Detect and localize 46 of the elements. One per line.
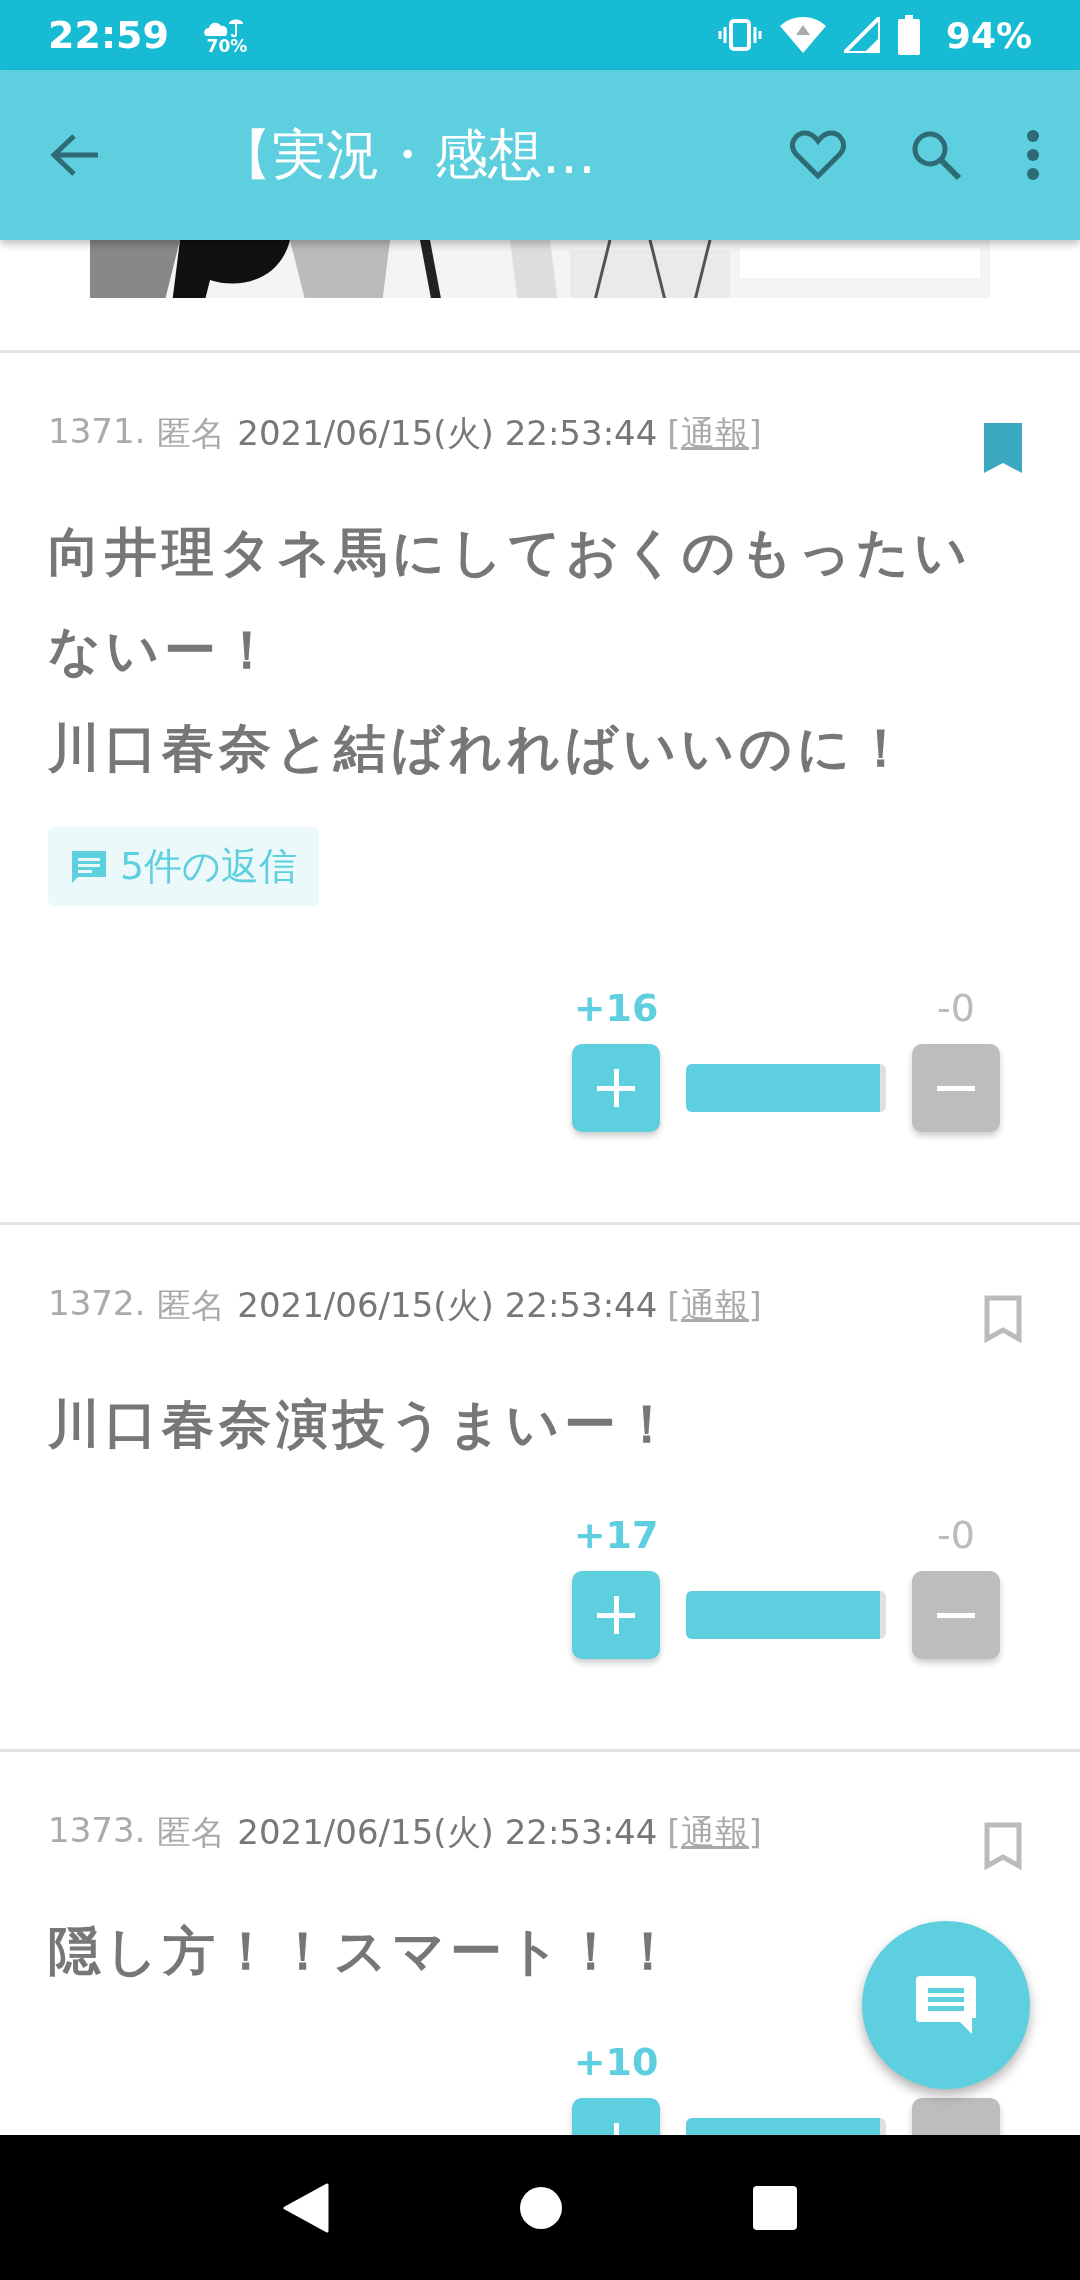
- minus-count: -0: [936, 1513, 976, 1557]
- comment-icon: [916, 1976, 976, 2034]
- battery-percent: 94%: [945, 14, 1032, 56]
- back-icon[interactable]: [50, 133, 100, 177]
- post-date: 2021/06/15(火) 22:53:44: [237, 1811, 658, 1854]
- battery-icon: [897, 15, 920, 55]
- plus-button[interactable]: [572, 1571, 660, 1659]
- post-text: 川口春奈演技うまいー！: [48, 1393, 679, 1456]
- search-icon[interactable]: [910, 129, 962, 181]
- plus-count: +16: [572, 986, 660, 1030]
- author-name: 匿名: [157, 412, 226, 455]
- minus-button[interactable]: [912, 1571, 1000, 1659]
- bookmark-icon[interactable]: [984, 1295, 1022, 1345]
- comment-icon: [70, 848, 108, 885]
- bookmark-icon[interactable]: [984, 423, 1022, 473]
- minus-count: -0: [936, 986, 976, 1030]
- recents-nav-icon[interactable]: [753, 2185, 797, 2230]
- report-link[interactable]: [通報]: [667, 411, 762, 457]
- replies-button[interactable]: 5件の返信: [48, 827, 320, 906]
- post-text: 向井理タネ馬にしておくのもったいないー！ 川口春奈と結ばれればいいのに！: [48, 521, 973, 780]
- report-link[interactable]: [通報]: [667, 1283, 762, 1329]
- post-number: 1372.: [48, 1283, 146, 1323]
- weather-percent: 70%: [206, 37, 248, 55]
- plus-count: +17: [572, 1513, 660, 1557]
- post-number: 1371.: [48, 411, 146, 451]
- home-nav-icon[interactable]: [519, 2185, 563, 2230]
- wifi-icon: [779, 17, 826, 53]
- bookmark-icon[interactable]: [984, 1822, 1022, 1872]
- comment-fab[interactable]: [862, 1921, 1030, 2089]
- more-icon[interactable]: [1026, 130, 1040, 180]
- signal-icon: [843, 17, 880, 53]
- post-date: 2021/06/15(火) 22:53:44: [237, 412, 658, 455]
- post-text: 隠し方！！スマート！！: [48, 1920, 680, 1983]
- author-name: 匿名: [157, 1284, 226, 1327]
- vibrate-icon: [717, 19, 762, 51]
- author-name: 匿名: [157, 1811, 226, 1854]
- plus-button[interactable]: [572, 1044, 660, 1132]
- thread-title: 【実況・感想…: [218, 121, 597, 188]
- minus-button[interactable]: [912, 1044, 1000, 1132]
- report-link[interactable]: [通報]: [667, 1810, 762, 1856]
- plus-count: +10: [572, 2040, 660, 2084]
- post-number: 1373.: [48, 1810, 146, 1850]
- heart-icon[interactable]: [790, 130, 846, 180]
- back-nav-icon[interactable]: [283, 2182, 329, 2233]
- post-date: 2021/06/15(火) 22:53:44: [237, 1284, 658, 1327]
- clock: 22:59: [48, 13, 169, 57]
